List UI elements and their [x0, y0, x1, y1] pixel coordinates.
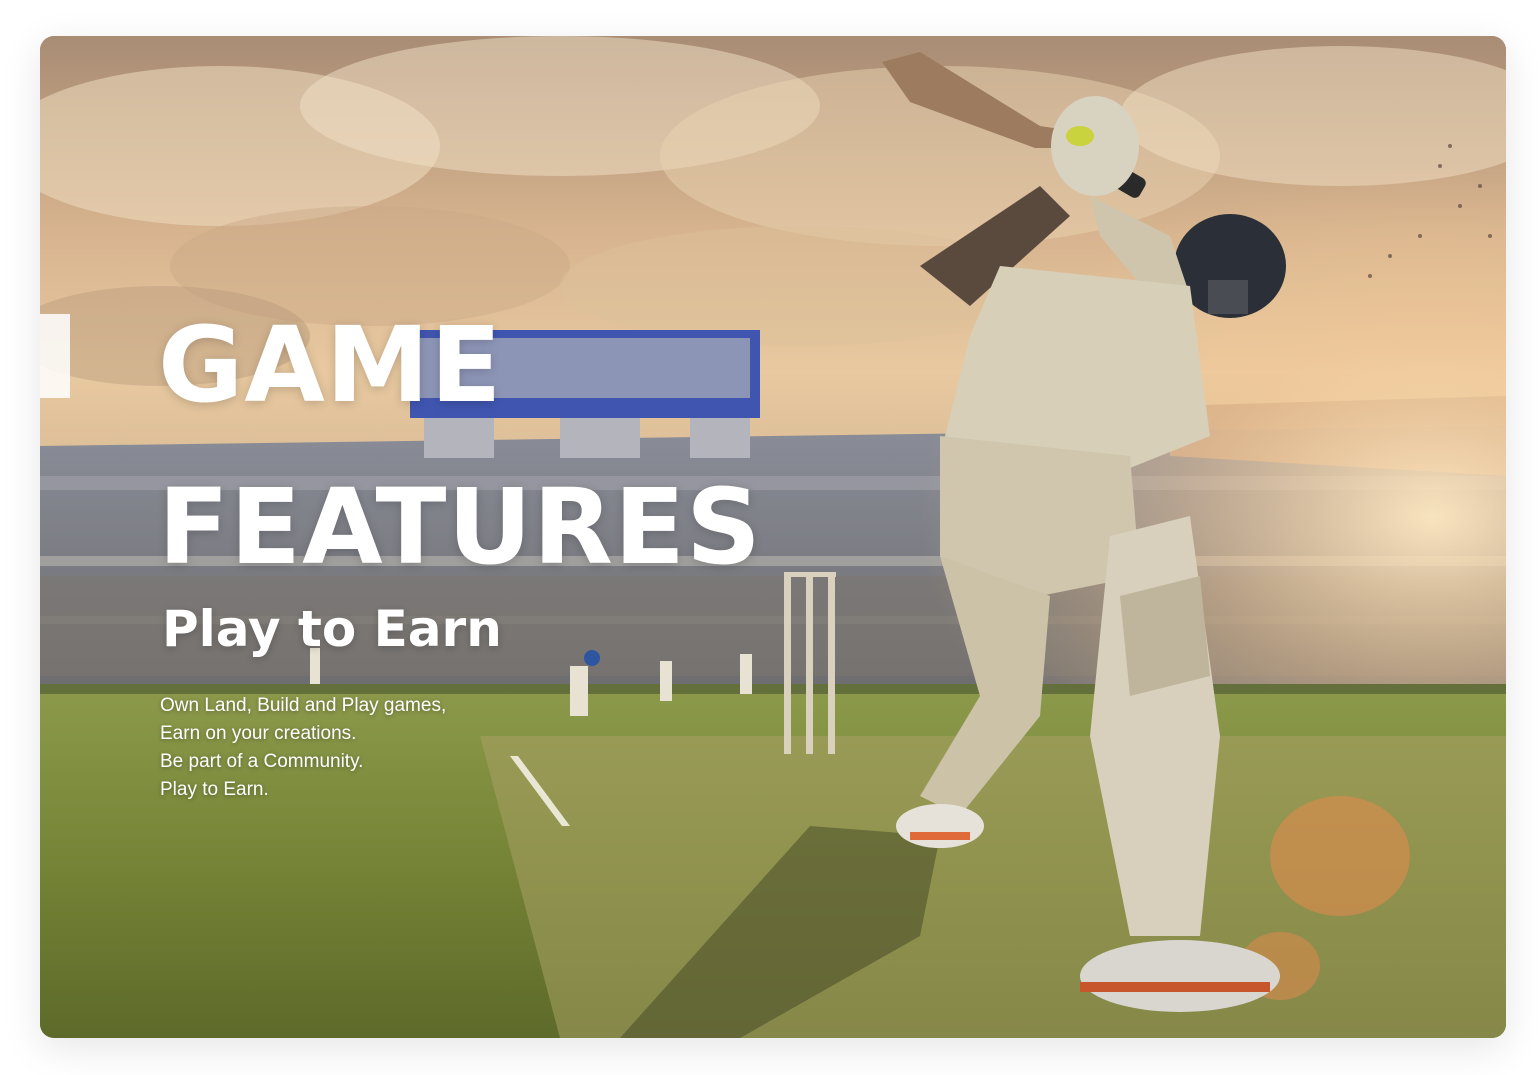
hero-description-line: Be part of a Community. — [160, 751, 364, 772]
hero-description-line: Own Land, Build and Play games, — [160, 695, 447, 716]
hero-title-line-1: GAME — [158, 304, 503, 426]
hero-title-line-2: FEATURES — [158, 466, 762, 588]
hero-description-line: Earn on your creations. — [160, 723, 357, 744]
hero-description: Own Land, Build and Play games, Earn on … — [160, 692, 446, 804]
hero-subtitle: Play to Earn — [162, 600, 502, 658]
hero-description-line: Play to Earn. — [160, 779, 269, 800]
page: GAME FEATURES Play to Earn Own Land, Bui… — [0, 0, 1538, 1075]
hero-banner: GAME FEATURES Play to Earn Own Land, Bui… — [40, 36, 1506, 1038]
hero-title: GAME FEATURES — [158, 284, 762, 608]
